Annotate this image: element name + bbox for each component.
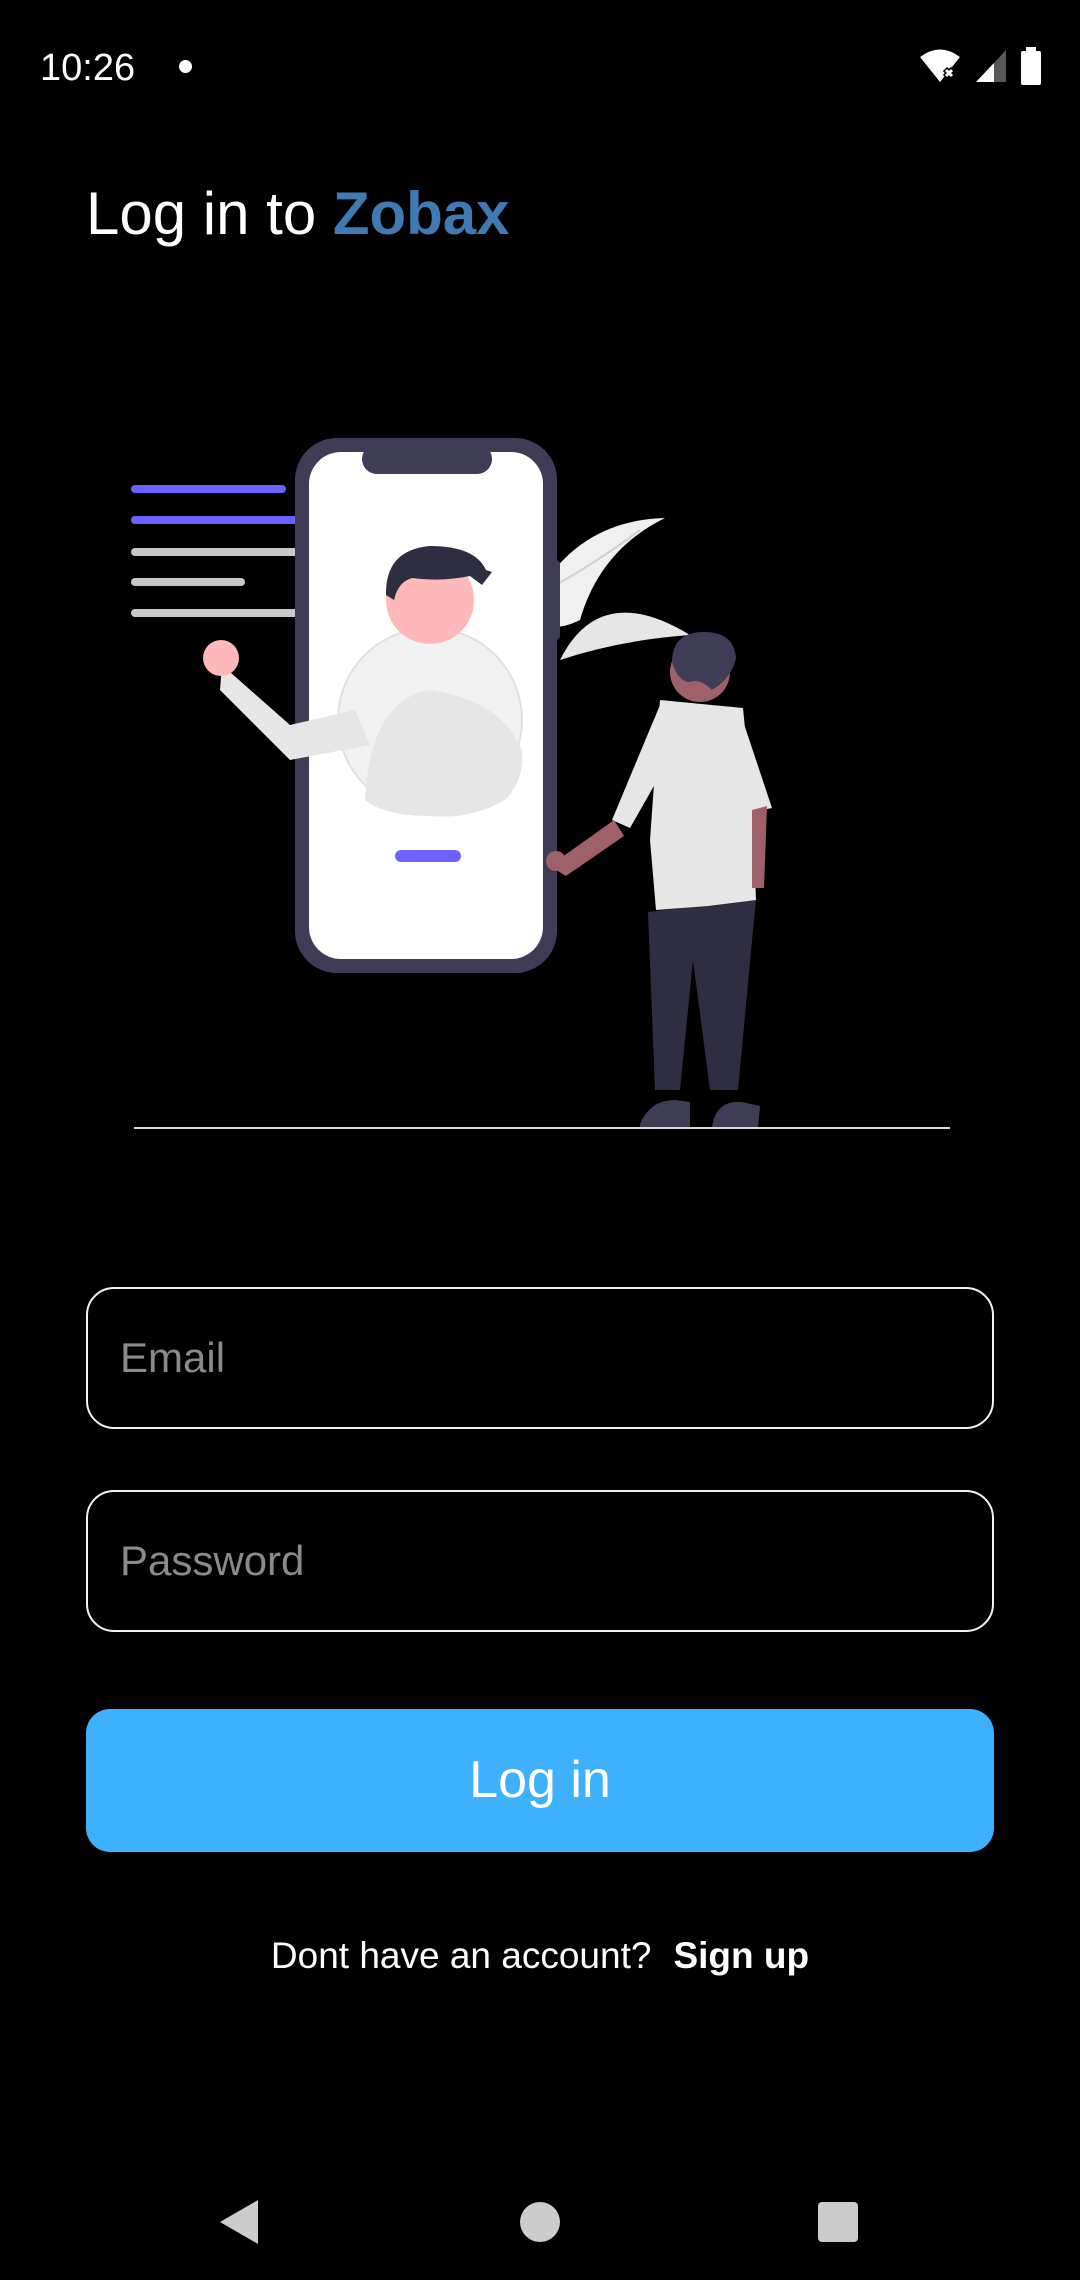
email-input[interactable] xyxy=(88,1289,992,1427)
title-prefix: Log in to xyxy=(86,180,317,247)
status-time: 10:26 xyxy=(40,47,136,89)
recents-button[interactable] xyxy=(798,2182,878,2262)
email-field[interactable] xyxy=(86,1287,994,1429)
login-illustration xyxy=(131,438,950,1129)
home-icon xyxy=(520,2202,560,2242)
status-bar: 10:26 xyxy=(0,0,1080,136)
password-input[interactable] xyxy=(88,1492,992,1630)
wifi-off-icon xyxy=(920,49,960,82)
page-title: Log in to Zobax xyxy=(86,178,510,250)
notification-dot-icon xyxy=(179,60,192,73)
recents-icon xyxy=(818,2202,858,2242)
signup-row: Dont have an account? Sign up xyxy=(0,1932,1080,1980)
brand-name: Zobax xyxy=(332,180,510,247)
back-icon xyxy=(220,2200,258,2244)
password-field[interactable] xyxy=(86,1490,994,1632)
back-button[interactable] xyxy=(200,2182,280,2262)
signup-prompt: Dont have an account? xyxy=(270,1935,652,1976)
battery-icon xyxy=(1021,47,1041,85)
signup-link[interactable]: Sign up xyxy=(673,1935,809,1976)
login-button[interactable]: Log in xyxy=(86,1709,994,1852)
status-icons xyxy=(918,46,1042,86)
home-button[interactable] xyxy=(500,2182,580,2262)
signal-icon xyxy=(976,50,1006,82)
navigation-bar xyxy=(0,2160,1080,2280)
